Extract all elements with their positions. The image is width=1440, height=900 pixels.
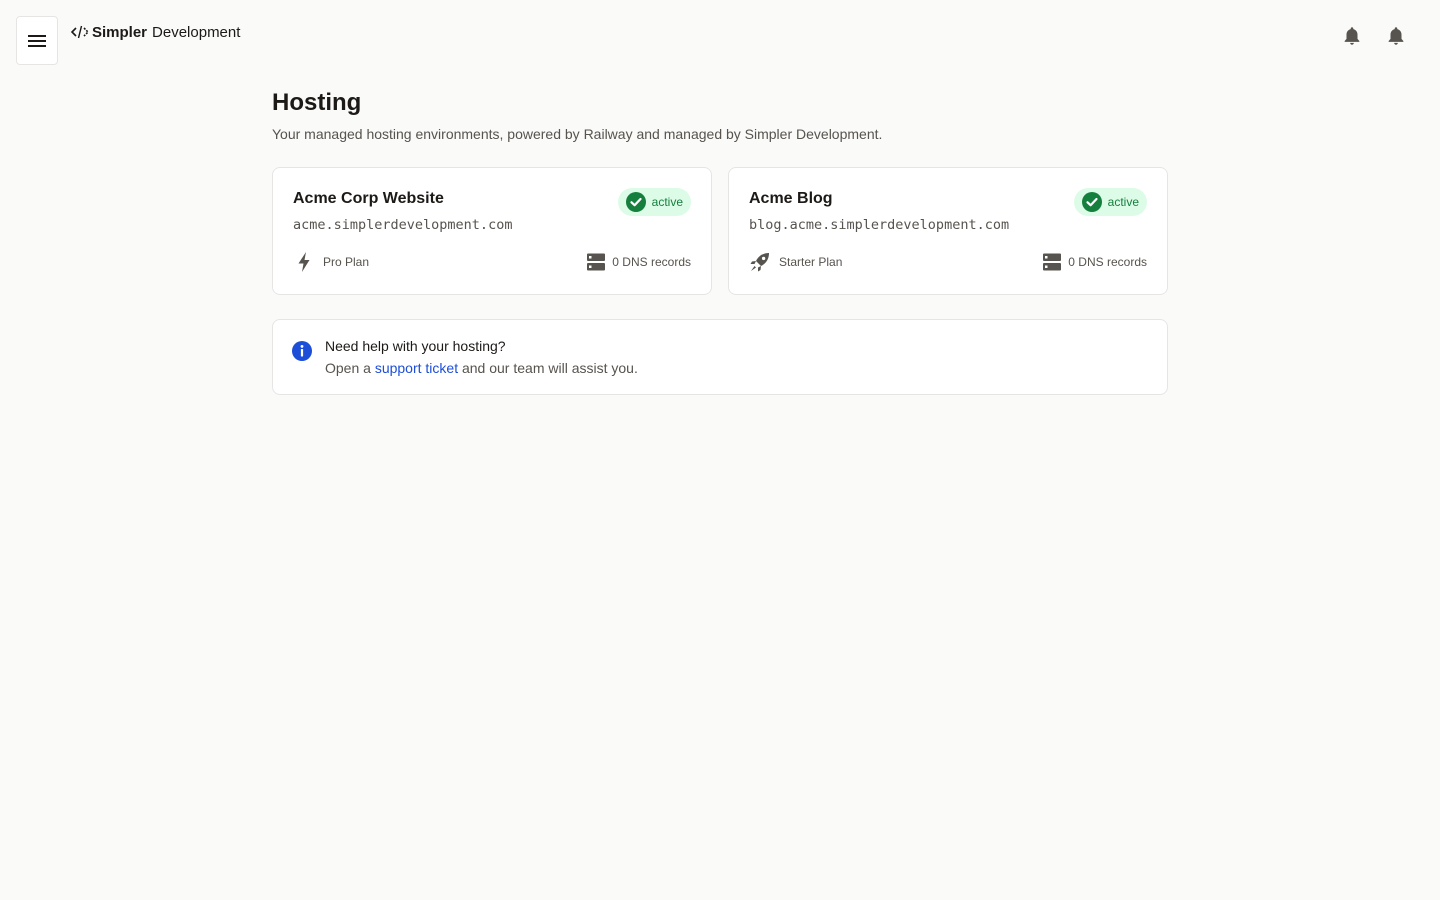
environment-domain: acme.simplerdevelopment.com — [293, 217, 513, 233]
plan-info: Pro Plan — [293, 251, 369, 273]
brand-name-light: Development — [152, 23, 241, 41]
page-subtitle: Your managed hosting environments, power… — [272, 126, 883, 142]
brand-logo[interactable]: Simpler Development — [71, 23, 240, 41]
environment-domain: blog.acme.simplerdevelopment.com — [749, 217, 1010, 233]
help-text-before: Open a — [325, 360, 371, 376]
dns-info: 0 DNS records — [586, 251, 691, 273]
environment-card[interactable]: Acme Corp Website acme.simplerdevelopmen… — [272, 167, 712, 295]
environment-list: Acme Corp Website acme.simplerdevelopmen… — [272, 167, 1168, 295]
plan-label: Pro Plan — [323, 255, 370, 269]
rocket-icon — [749, 251, 771, 273]
dns-count: 0 DNS records — [1068, 255, 1147, 269]
lightning-icon — [293, 251, 315, 273]
help-callout: Need help with your hosting? Open a supp… — [272, 319, 1168, 395]
brand-name-strong: Simpler — [92, 23, 148, 41]
status-badge: active — [1073, 188, 1147, 216]
status-badge: active — [617, 188, 691, 216]
environment-name: Acme Corp Website — [293, 190, 444, 207]
environment-card[interactable]: Acme Blog blog.acme.simplerdevelopment.c… — [728, 167, 1168, 295]
help-title: Need help with your hosting? — [325, 338, 506, 354]
status-label: active — [1107, 195, 1139, 209]
check-circle-icon — [1081, 192, 1102, 212]
server-icon — [586, 252, 606, 272]
dns-info: 0 DNS records — [1042, 251, 1147, 273]
help-text-after: and our team will assist you. — [461, 360, 638, 376]
server-icon — [1042, 252, 1062, 272]
hamburger-menu-icon — [27, 33, 47, 49]
top-bar: Simpler Development — [0, 0, 1440, 80]
plan-info: Starter Plan — [749, 251, 842, 273]
help-text: Open a support ticket and our team will … — [325, 360, 638, 376]
main-content: Hosting Your managed hosting environment… — [272, 88, 1168, 395]
plan-label: Starter Plan — [779, 255, 843, 269]
menu-button[interactable] — [16, 16, 58, 65]
bell-icon[interactable] — [1385, 25, 1407, 47]
code-icon — [71, 25, 89, 39]
check-circle-icon — [625, 192, 646, 212]
bell-icon[interactable] — [1341, 25, 1363, 47]
dns-count: 0 DNS records — [612, 255, 691, 269]
environment-name: Acme Blog — [749, 190, 833, 207]
status-label: active — [651, 195, 683, 209]
info-icon — [291, 340, 313, 362]
page-title: Hosting — [272, 89, 362, 116]
support-ticket-link[interactable]: support ticket — [375, 360, 458, 376]
